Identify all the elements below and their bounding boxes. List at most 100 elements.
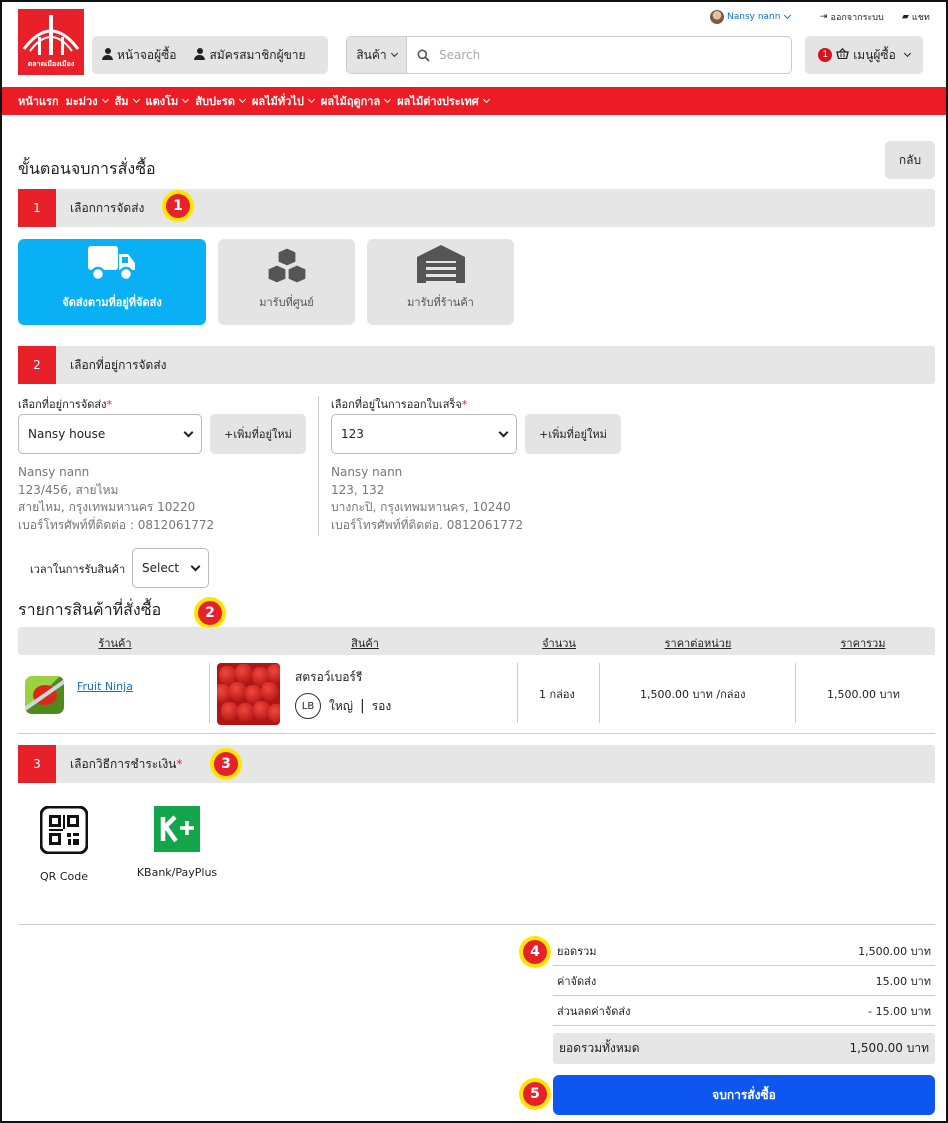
chat-label: แชท (911, 13, 930, 23)
address-line: 123/456, สายไหม (18, 482, 119, 497)
summary-divider (18, 924, 935, 925)
chevron-down-icon (307, 95, 315, 104)
required-mark: * (176, 756, 183, 771)
chevron-down-icon (482, 95, 490, 104)
ordered-items-title: รายการสินค้าที่สั่งซื้อ (18, 600, 162, 619)
page-title: ขั้นตอนจบการสั่งซื้อ (18, 159, 156, 178)
col-header-shop[interactable]: ร้านค้า (98, 634, 131, 652)
nav-item-watermelon[interactable]: แตงโม (145, 92, 190, 110)
cell-divider (517, 663, 518, 723)
nav-item-seasonal-fruit[interactable]: ผลไม้ฤดูกาล (321, 92, 392, 110)
step-number: 3 (18, 745, 56, 783)
product-size: ใหญ่ (329, 698, 353, 713)
product-grade: รอง (371, 698, 392, 713)
step-1-header: 1 เลือกการจัดส่ง (18, 189, 935, 227)
chat-link[interactable]: ▰ แชท (902, 10, 930, 24)
shop-link[interactable]: Fruit Ninja (77, 680, 133, 693)
boxes-icon (266, 247, 307, 283)
grand-total-label: ยอดรวมทั้งหมด (559, 1041, 640, 1055)
cell-divider (599, 663, 600, 723)
summary-value: 1,500.00 บาท (858, 944, 931, 958)
shipping-address-select[interactable]: Nansy house (18, 414, 202, 454)
annotation-marker-5: 5 (519, 1078, 551, 1110)
add-billing-address-button[interactable]: +เพิ่มที่อยู่ใหม่ (525, 414, 621, 454)
avatar (710, 10, 724, 24)
marker-number: 1 (166, 194, 190, 218)
nav-item-imported-fruit[interactable]: ผลไม้ต่างประเทศ (397, 92, 490, 110)
delivery-option-pickup-center[interactable]: มารับที่ศูนย์ (218, 239, 355, 325)
step-label: เลือกที่อยู่การจัดส่ง (70, 357, 167, 372)
payment-option-qr[interactable]: QR Code (30, 806, 98, 883)
required-mark: * (106, 398, 113, 411)
chevron-down-icon (784, 11, 792, 20)
search-category-label: สินค้า (356, 47, 387, 62)
seller-signup-label: สมัครสมาชิกผู้ขาย (209, 47, 306, 62)
col-header-product[interactable]: สินค้า (351, 634, 379, 652)
col-header-unit-price[interactable]: ราคาต่อหน่วย (665, 634, 732, 652)
chevron-down-icon (903, 49, 911, 58)
cart-count-badge: 1 (818, 48, 833, 62)
summary-row-shipping: ค่าจัดส่ง 15.00 บาท (553, 966, 935, 996)
cell-divider (209, 663, 210, 723)
billing-address-label-text: เลือกที่อยู่ในการออกใบเสร็จ (331, 398, 462, 411)
qr-code-icon (40, 806, 88, 854)
nav-item-pineapple[interactable]: สับปะรด (195, 92, 246, 110)
pickup-time-selected: Select (142, 561, 180, 575)
step-3-header: 3 เลือกวิธีการชำระเงิน* (18, 745, 935, 783)
chevron-down-icon (132, 95, 140, 104)
payment-option-kplus[interactable]: KBank/PayPlus (128, 806, 226, 879)
step-number: 1 (18, 189, 56, 227)
nav-item-label: สับปะรด (195, 95, 235, 108)
address-line: บางกะปิ, กรุงเทพมหานคร, 10240 (331, 500, 511, 514)
basket-icon (836, 47, 850, 62)
step-label: เลือกการจัดส่ง (70, 200, 145, 215)
logout-link[interactable]: ⇥ ออกจากระบบ (820, 10, 884, 24)
buyer-menu-button[interactable]: 1 เมนูผู้ซื้อ (805, 36, 923, 74)
summary-value: - 15.00 บาท (868, 1004, 931, 1018)
billing-address-selected: 123 (341, 427, 364, 441)
nav-item-orange[interactable]: ส้ม (115, 92, 140, 110)
nav-item-general-fruit[interactable]: ผลไม้ทั่วไป (251, 92, 315, 110)
logo-text: ตลาดเมืองเมือง (27, 60, 75, 68)
truck-icon (88, 246, 135, 282)
pickup-time-select[interactable]: Select (132, 548, 209, 588)
col-header-total[interactable]: ราคารวม (841, 634, 886, 652)
grand-total-value: 1,500.00 บาท (849, 1041, 929, 1055)
shipping-address-selected: Nansy house (28, 427, 106, 441)
required-mark: * (461, 398, 468, 411)
delivery-option-label: มารับที่ศูนย์ (259, 296, 314, 309)
back-button[interactable]: กลับ (885, 141, 935, 179)
nav-item-label: ผลไม้ทั่วไป (251, 95, 304, 108)
chevron-down-icon (101, 95, 109, 104)
delivery-option-ship-to-address[interactable]: จัดส่งตามที่อยู่ที่จัดส่ง (18, 239, 206, 325)
delivery-option-label: มารับที่ร้านค้า (407, 296, 474, 309)
complete-order-button[interactable]: จบการสั่งซื้อ (553, 1075, 935, 1115)
search-input[interactable]: Search (439, 48, 480, 62)
marker-number: 2 (198, 601, 222, 625)
unit-price-value: 1,500.00 บาท /กล่อง (640, 688, 746, 701)
buyer-home-button[interactable]: หน้าจอผู้ซื้อ (102, 46, 176, 65)
pickup-time-label: เวลาในการรับสินค้า (30, 563, 126, 576)
summary-value: 15.00 บาท (875, 974, 931, 988)
address-line: 123, 132 (331, 482, 385, 497)
seller-signup-button[interactable]: สมัครสมาชิกผู้ขาย (194, 46, 306, 65)
add-shipping-address-button[interactable]: +เพิ่มที่อยู่ใหม่ (210, 414, 306, 454)
summary-row-subtotal: ยอดรวม 1,500.00 บาท (553, 936, 935, 966)
shop-logo (25, 676, 64, 714)
product-name: สตรอว์เบอร์รี (295, 670, 363, 684)
nav-item-label: แตงโม (145, 95, 179, 108)
user-menu[interactable]: Nansy nann (710, 10, 792, 24)
chevron-down-icon (384, 95, 392, 104)
site-logo[interactable]: ตลาดเมืองเมือง (18, 9, 84, 75)
nav-item-mango[interactable]: มะม่วง (66, 92, 109, 110)
annotation-marker-2: 2 (194, 597, 226, 629)
billing-address-select[interactable]: 123 (331, 414, 517, 454)
delivery-option-pickup-store[interactable]: มารับที่ร้านค้า (367, 239, 514, 325)
summary-label: ส่วนลดค่าจัดส่ง (557, 1004, 631, 1018)
col-header-qty[interactable]: จำนวน (542, 634, 576, 652)
nav-item-label: ผลไม้ต่างประเทศ (397, 95, 479, 108)
user-icon (102, 47, 113, 60)
nav-item-home[interactable]: หน้าแรก (18, 92, 59, 110)
search-category-dropdown[interactable]: สินค้า (347, 37, 407, 73)
summary-row-grand-total: ยอดรวมทั้งหมด 1,500.00 บาท (553, 1033, 935, 1064)
